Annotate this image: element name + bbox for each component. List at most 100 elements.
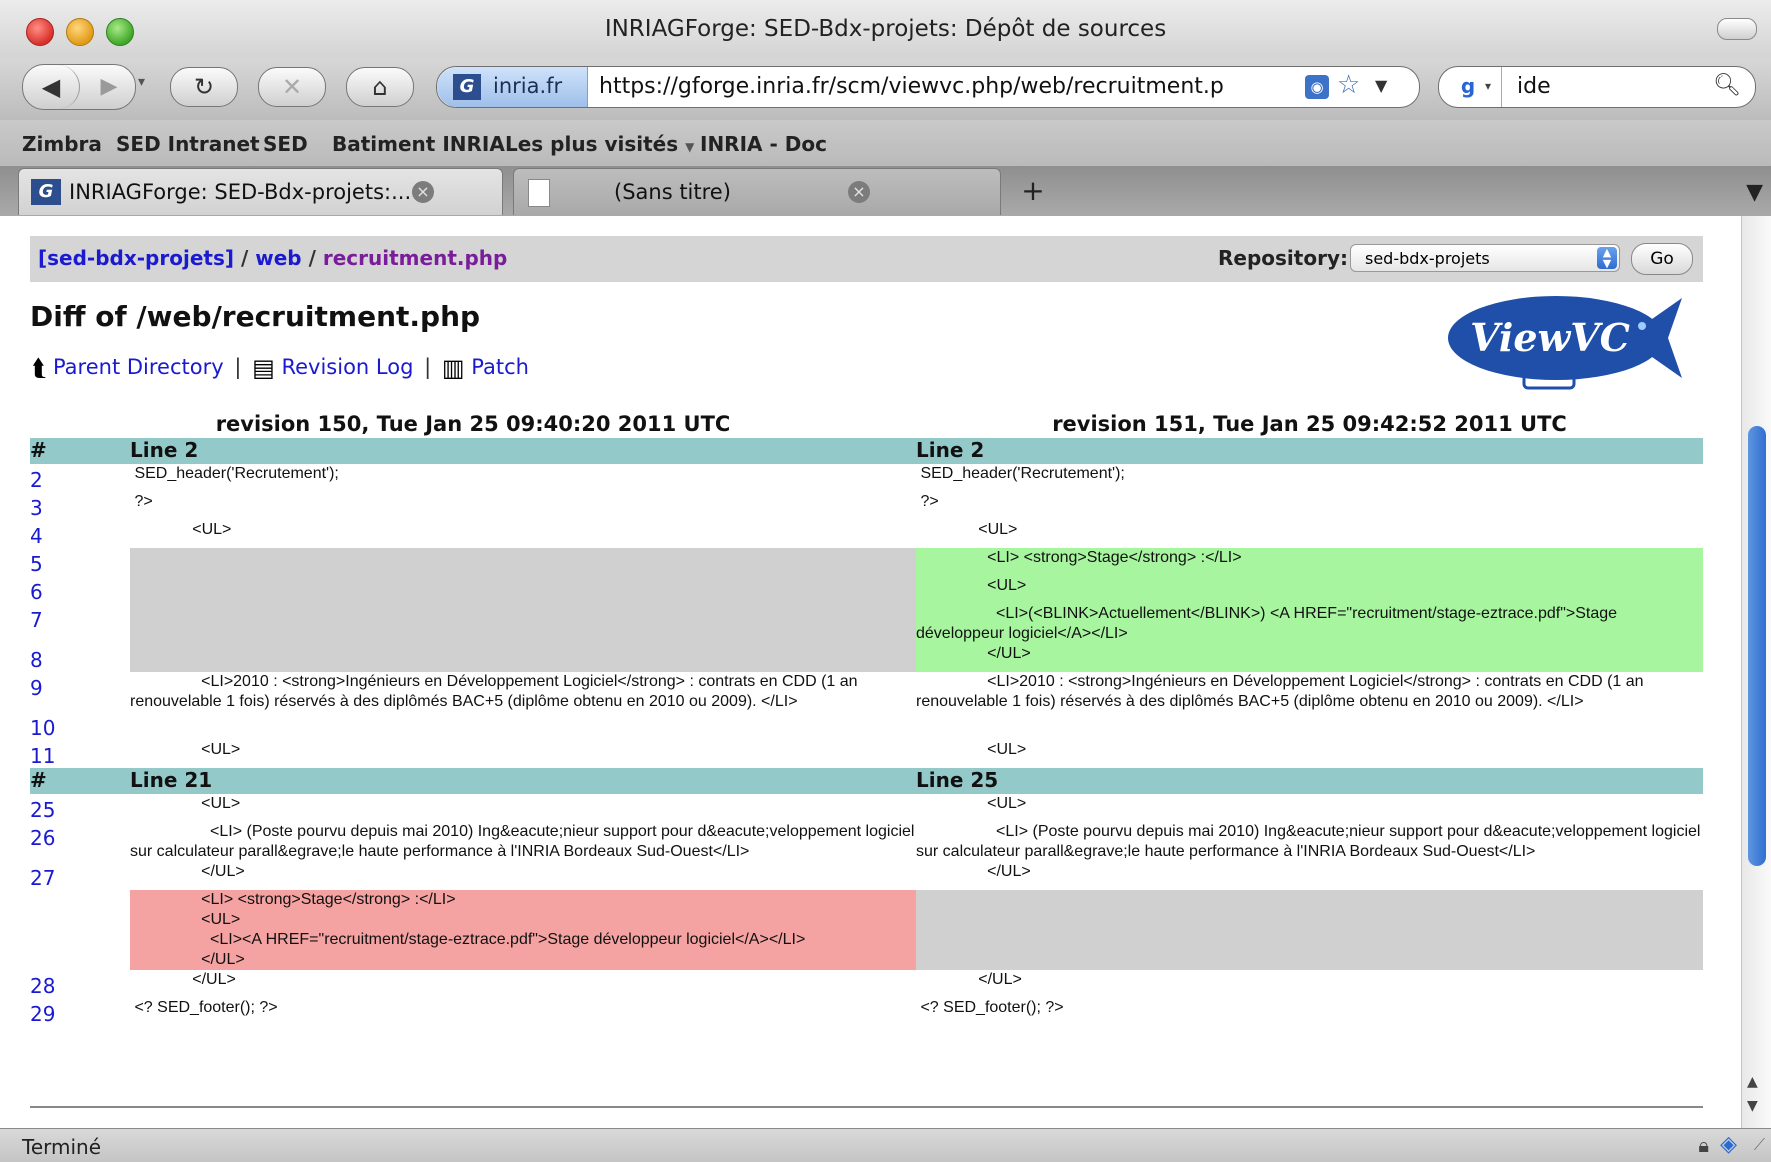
line-number-link[interactable]: 28 bbox=[30, 970, 130, 998]
back-button[interactable]: ◀ bbox=[23, 65, 80, 109]
diff-row: 2 SED_header('Recrutement'); SED_header(… bbox=[30, 464, 1703, 492]
line-number-header: # bbox=[30, 438, 130, 464]
close-tab-icon[interactable]: × bbox=[848, 181, 870, 203]
breadcrumb-separator: / bbox=[308, 246, 316, 270]
go-button[interactable]: Go bbox=[1631, 243, 1693, 275]
line-number-link[interactable]: 2 bbox=[30, 464, 130, 492]
bookmark-sed-intranet[interactable]: SED Intranet bbox=[116, 132, 260, 156]
line-number-link[interactable]: 3 bbox=[30, 492, 130, 520]
search-icon[interactable]: 🔍︎ bbox=[1713, 73, 1741, 98]
repository-select[interactable]: sed-bdx-projets ▲ ▼ bbox=[1350, 244, 1620, 272]
toolbar-toggle-button[interactable] bbox=[1717, 18, 1757, 40]
right-code: <UL> bbox=[916, 741, 1027, 758]
diff-row: 28 </UL> </UL> bbox=[30, 970, 1703, 998]
bookmark-batiment-inria[interactable]: Batiment INRIA bbox=[332, 132, 505, 156]
address-bar[interactable]: G inria.fr https://gforge.inria.fr/scm/v… bbox=[436, 66, 1420, 108]
line-number-link[interactable]: 27 bbox=[30, 862, 130, 890]
section-header-row: # Line 2 Line 2 bbox=[30, 438, 1703, 464]
url-field[interactable]: https://gforge.inria.fr/scm/viewvc.php/w… bbox=[599, 74, 1239, 99]
right-code: ?> bbox=[916, 493, 939, 510]
scroll-down-icon[interactable]: ▼ bbox=[1747, 1098, 1758, 1114]
url-history-dropdown-icon[interactable]: ▼ bbox=[1375, 76, 1387, 95]
right-added-code: <LI> <strong>Stage</strong> :</LI> bbox=[916, 548, 1703, 576]
line-number-header: # bbox=[30, 768, 130, 794]
stop-icon: ✕ bbox=[281, 73, 303, 101]
revision-log-link[interactable]: Revision Log bbox=[281, 355, 413, 379]
tab-inriagforge[interactable]: G INRIAGForge: SED-Bdx-projets:... × bbox=[18, 168, 503, 215]
resize-grip-icon[interactable]: ⟋ bbox=[1754, 1135, 1765, 1155]
status-text: Terminé bbox=[22, 1135, 102, 1159]
chevron-down-icon: ▼ bbox=[685, 140, 695, 154]
breadcrumb-root-link[interactable]: [sed-bdx-projets] bbox=[38, 246, 234, 270]
tab-list-icon[interactable]: ▼ bbox=[1746, 180, 1763, 205]
scroll-up-icon[interactable]: ▲ bbox=[1747, 1074, 1758, 1090]
title-bar: INRIAGForge: SED-Bdx-projets: Dépôt de s… bbox=[0, 0, 1771, 60]
right-code: <UL> bbox=[916, 521, 1018, 538]
bookmark-zimbra[interactable]: Zimbra bbox=[22, 132, 102, 156]
line-number-link[interactable]: 6 bbox=[30, 576, 130, 604]
site-favicon-icon: G bbox=[453, 74, 481, 100]
bookmark-most-visited[interactable]: Les plus visités ▼ bbox=[505, 132, 694, 156]
left-line-header: Line 21 bbox=[130, 768, 916, 794]
search-engine-icon[interactable]: g bbox=[1453, 74, 1483, 100]
new-tab-button[interactable]: + bbox=[1010, 172, 1056, 210]
left-empty-block bbox=[130, 548, 916, 672]
search-box[interactable]: g ▾ ide 🔍︎ bbox=[1438, 66, 1756, 108]
section-header-row: # Line 21 Line 25 bbox=[30, 768, 1703, 794]
line-number-link[interactable]: 7 bbox=[30, 604, 130, 644]
line-number-link[interactable]: 9 bbox=[30, 672, 130, 712]
left-code: <LI> (Poste pourvu depuis mai 2010) Ing&… bbox=[130, 823, 919, 860]
left-removed-code: <LI> <strong>Stage</strong> :</LI> bbox=[130, 890, 916, 910]
breadcrumb-file-link[interactable]: recruitment.php bbox=[323, 246, 507, 270]
scrollbar-thumb[interactable] bbox=[1748, 426, 1766, 866]
right-added-code: <UL> bbox=[916, 576, 1703, 604]
addon-icon[interactable]: ◈ bbox=[1720, 1132, 1737, 1157]
left-code: <? SED_footer(); ?> bbox=[130, 999, 278, 1016]
browser-window: INRIAGForge: SED-Bdx-projets: Dépôt de s… bbox=[0, 0, 1771, 1162]
rss-feed-icon[interactable]: ◉ bbox=[1305, 75, 1329, 99]
close-tab-icon[interactable]: × bbox=[412, 181, 434, 203]
reload-button[interactable]: ↻ bbox=[170, 67, 238, 107]
parent-directory-link[interactable]: Parent Directory bbox=[53, 355, 224, 379]
diff-row: 4 <UL> <UL> bbox=[30, 520, 1703, 548]
search-input[interactable]: ide bbox=[1517, 74, 1551, 99]
tab-sans-titre[interactable]: (Sans titre) × bbox=[513, 168, 1001, 215]
line-number-link[interactable]: 10 bbox=[30, 712, 130, 740]
history-dropdown-icon[interactable]: ▾ bbox=[138, 74, 145, 90]
line-number-link[interactable]: 25 bbox=[30, 794, 130, 822]
patch-link[interactable]: Patch bbox=[471, 355, 529, 379]
home-button[interactable]: ⌂ bbox=[346, 67, 414, 107]
search-engine-dropdown-icon[interactable]: ▾ bbox=[1485, 79, 1491, 93]
breadcrumb-separator: / bbox=[240, 246, 249, 270]
vertical-scrollbar[interactable]: ▲ ▼ bbox=[1741, 216, 1771, 1128]
bookmark-sed[interactable]: SED bbox=[263, 132, 308, 156]
window-title: INRIAGForge: SED-Bdx-projets: Dépôt de s… bbox=[604, 16, 1167, 42]
tab-label: INRIAGForge: SED-Bdx-projets:... bbox=[69, 180, 412, 204]
back-forward-group: ◀ ▶ bbox=[22, 64, 136, 110]
bookmark-star-icon[interactable]: ☆ bbox=[1337, 70, 1360, 100]
site-identity-button[interactable]: G inria.fr bbox=[437, 67, 588, 107]
line-number-link[interactable]: 11 bbox=[30, 740, 130, 768]
stop-button[interactable]: ✕ bbox=[258, 67, 326, 107]
line-number-empty bbox=[30, 890, 130, 910]
revision-log-icon: ▤ bbox=[252, 354, 275, 382]
bookmarks-toolbar: Zimbra SED Intranet SED Batiment INRIA L… bbox=[0, 120, 1771, 167]
left-code: <UL> bbox=[130, 795, 241, 812]
back-arrow-icon: ◀ bbox=[41, 73, 61, 101]
breadcrumb-dir-link[interactable]: web bbox=[255, 246, 301, 270]
diff-actions: ⮬ Parent Directory | ▤ Revision Log | ▥ … bbox=[32, 354, 529, 382]
line-number-link[interactable]: 4 bbox=[30, 520, 130, 548]
right-line-header: Line 2 bbox=[916, 438, 1703, 464]
line-number-link[interactable]: 26 bbox=[30, 822, 130, 862]
line-number-link[interactable]: 8 bbox=[30, 644, 130, 672]
bookmark-inria-doc[interactable]: INRIA - Doc bbox=[700, 132, 827, 156]
tab-label: (Sans titre) bbox=[614, 180, 731, 204]
line-number-link[interactable]: 5 bbox=[30, 548, 130, 576]
reload-icon: ↻ bbox=[193, 73, 215, 101]
forward-button[interactable]: ▶ bbox=[83, 65, 135, 109]
diff-table: revision 150, Tue Jan 25 09:40:20 2011 U… bbox=[30, 412, 1703, 1026]
line-number-empty bbox=[30, 930, 130, 950]
line-number-link[interactable]: 29 bbox=[30, 998, 130, 1026]
viewvc-logo[interactable]: ViewVC bbox=[1446, 286, 1686, 396]
lock-icon[interactable]: 🔒︎ bbox=[1698, 1133, 1709, 1157]
